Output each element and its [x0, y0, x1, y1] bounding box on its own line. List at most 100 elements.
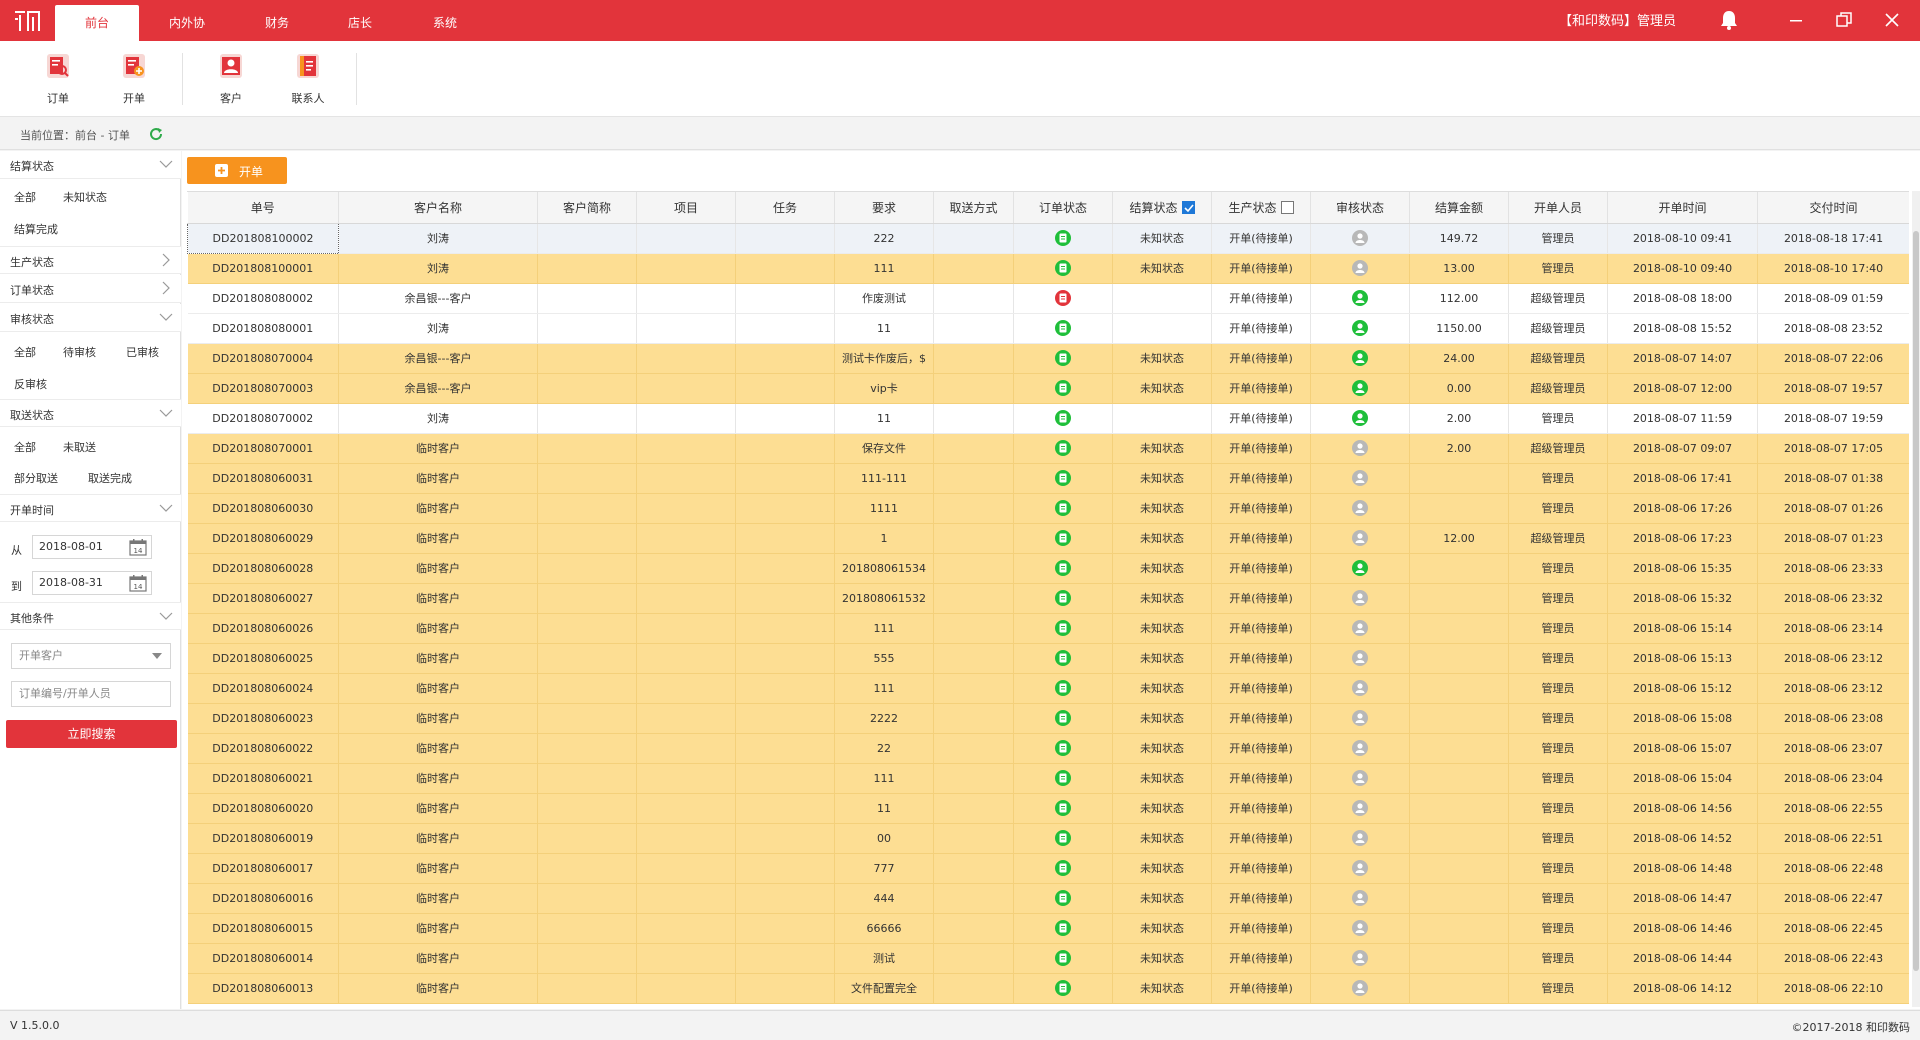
minimize-icon[interactable]	[1784, 8, 1808, 32]
table-row[interactable]: DD201808080002 余昌银---客户 作废测试 开单(待接单) 112.00 超…	[187, 283, 1909, 314]
audit-status-grey-icon[interactable]	[1351, 259, 1369, 277]
filter-open-time-header[interactable]: 开单时间	[0, 494, 181, 522]
audit-status-grey-icon[interactable]	[1351, 709, 1369, 727]
delivery-opt-partial[interactable]: 部分取送	[14, 470, 58, 486]
settle-opt-done[interactable]: 结算完成	[14, 221, 58, 237]
col-header[interactable]: 取送方式	[933, 192, 1014, 224]
audit-status-grey-icon[interactable]	[1351, 949, 1369, 967]
table-row[interactable]: DD201808070003 余昌银---客户 vip卡 未知状态 开单(待接单) 0.0…	[187, 373, 1909, 404]
audit-opt-all[interactable]: 全部	[14, 344, 36, 360]
audit-status-grey-icon[interactable]	[1351, 469, 1369, 487]
order-status-green-icon[interactable]	[1054, 469, 1072, 487]
table-row[interactable]: DD201808060031 临时客户 111-111 未知状态 开单(待接单) 管理员 2…	[187, 463, 1909, 494]
order-status-green-icon[interactable]	[1054, 349, 1072, 367]
col-header[interactable]: 交付时间	[1757, 192, 1909, 224]
filter-other-header[interactable]: 其他条件	[0, 602, 181, 630]
order-status-green-icon[interactable]	[1054, 559, 1072, 577]
delivery-opt-done[interactable]: 取送完成	[88, 470, 132, 486]
table-row[interactable]: DD201808060029 临时客户 1 未知状态 开单(待接单) 12.00 超级管理员…	[187, 523, 1909, 554]
audit-opt-approved[interactable]: 已审核	[126, 344, 159, 360]
order-status-green-icon[interactable]	[1054, 499, 1072, 517]
settle-status-checkbox[interactable]	[1181, 200, 1195, 214]
filter-delivery-header[interactable]: 取送状态	[0, 399, 181, 427]
order-status-red-icon[interactable]	[1054, 289, 1072, 307]
audit-status-grey-icon[interactable]	[1351, 439, 1369, 457]
table-row[interactable]: DD201808060026 临时客户 111 未知状态 开单(待接单) 管理员 2018-…	[187, 613, 1909, 644]
order-status-green-icon[interactable]	[1054, 889, 1072, 907]
col-header-production[interactable]: 生产状态	[1211, 192, 1311, 224]
order-status-green-icon[interactable]	[1054, 859, 1072, 877]
delivery-opt-all[interactable]: 全部	[14, 439, 36, 455]
table-row[interactable]: DD201808060030 临时客户 1111 未知状态 开单(待接单) 管理员 2018…	[187, 493, 1909, 524]
audit-status-grey-icon[interactable]	[1351, 799, 1369, 817]
order-status-green-icon[interactable]	[1054, 319, 1072, 337]
customer-select[interactable]: 开单客户	[11, 643, 171, 669]
table-row[interactable]: DD201808060016 临时客户 444 未知状态 开单(待接单) 管理员 2018-…	[187, 883, 1909, 914]
filter-audit-header[interactable]: 审核状态	[0, 304, 181, 332]
restore-icon[interactable]	[1832, 8, 1856, 32]
toolbar-contacts-button[interactable]: 联系人	[278, 53, 338, 106]
table-row[interactable]: DD201808060014 临时客户 测试 未知状态 开单(待接单) 管理员 2018-0…	[187, 943, 1909, 974]
audit-status-grey-icon[interactable]	[1351, 859, 1369, 877]
audit-status-grey-icon[interactable]	[1351, 589, 1369, 607]
refresh-icon[interactable]	[148, 126, 164, 142]
order-status-green-icon[interactable]	[1054, 229, 1072, 247]
order-status-green-icon[interactable]	[1054, 379, 1072, 397]
bell-icon[interactable]	[1717, 8, 1741, 32]
audit-status-grey-icon[interactable]	[1351, 829, 1369, 847]
table-row[interactable]: DD201808100002 刘涛 222 未知状态 开单(待接单) 149.72 管理员 2…	[187, 222, 1909, 254]
audit-status-grey-icon[interactable]	[1351, 529, 1369, 547]
table-row[interactable]: DD201808060015 临时客户 66666 未知状态 开单(待接单) 管理员 201…	[187, 913, 1909, 944]
table-row[interactable]: DD201808060022 临时客户 22 未知状态 开单(待接单) 管理员 2018-0…	[187, 733, 1909, 764]
order-status-green-icon[interactable]	[1054, 799, 1072, 817]
col-header[interactable]: 客户简称	[537, 192, 637, 224]
order-status-green-icon[interactable]	[1054, 439, 1072, 457]
audit-status-green-icon[interactable]	[1351, 409, 1369, 427]
user-label[interactable]: 【和印数码】管理员	[1559, 0, 1676, 41]
audit-status-green-icon[interactable]	[1351, 559, 1369, 577]
table-row[interactable]: DD201808060025 临时客户 555 未知状态 开单(待接单) 管理员 2018-…	[187, 643, 1909, 674]
col-header[interactable]: 订单状态	[1013, 192, 1113, 224]
vertical-scrollbar[interactable]	[1912, 191, 1920, 1007]
order-status-green-icon[interactable]	[1054, 649, 1072, 667]
table-row[interactable]: DD201808060023 临时客户 2222 未知状态 开单(待接单) 管理员 2018…	[187, 703, 1909, 734]
audit-status-grey-icon[interactable]	[1351, 919, 1369, 937]
toolbar-customers-button[interactable]: 客户	[201, 53, 261, 106]
order-status-green-icon[interactable]	[1054, 409, 1072, 427]
audit-opt-reverse[interactable]: 反审核	[14, 376, 47, 392]
order-status-green-icon[interactable]	[1054, 769, 1072, 787]
col-header[interactable]: 要求	[834, 192, 934, 224]
audit-opt-pending[interactable]: 待审核	[63, 344, 96, 360]
audit-status-grey-icon[interactable]	[1351, 229, 1369, 247]
filter-order-header[interactable]: 订单状态	[0, 275, 181, 303]
order-status-green-icon[interactable]	[1054, 829, 1072, 847]
table-row[interactable]: DD201808060017 临时客户 777 未知状态 开单(待接单) 管理员 2018-…	[187, 853, 1909, 884]
order-status-green-icon[interactable]	[1054, 619, 1072, 637]
search-button[interactable]: 立即搜索	[6, 720, 177, 748]
audit-status-green-icon[interactable]	[1351, 289, 1369, 307]
table-row[interactable]: DD201808060020 临时客户 11 未知状态 开单(待接单) 管理员 2018-0…	[187, 793, 1909, 824]
col-header[interactable]: 结算金额	[1409, 192, 1509, 224]
table-row[interactable]: DD201808060013 临时客户 文件配置完全 未知状态 开单(待接单) 管理员 20…	[187, 973, 1909, 1004]
scrollbar-thumb[interactable]	[1913, 231, 1919, 971]
audit-status-grey-icon[interactable]	[1351, 739, 1369, 757]
col-header[interactable]: 项目	[636, 192, 736, 224]
order-status-green-icon[interactable]	[1054, 529, 1072, 547]
tab-manager[interactable]: 店长	[318, 5, 402, 41]
table-row[interactable]: DD201808060028 临时客户 201808061534 未知状态 开单(待接单…	[187, 553, 1909, 584]
filter-settle-header[interactable]: 结算状态	[0, 151, 181, 179]
col-header[interactable]: 开单人员	[1508, 192, 1608, 224]
keyword-input[interactable]: 订单编号/开单人员	[11, 681, 171, 707]
order-status-green-icon[interactable]	[1054, 739, 1072, 757]
table-row[interactable]: DD201808070001 临时客户 保存文件 未知状态 开单(待接单) 2.00 超级管…	[187, 433, 1909, 464]
order-status-green-icon[interactable]	[1054, 589, 1072, 607]
settle-opt-all[interactable]: 全部	[14, 189, 36, 205]
production-status-checkbox[interactable]	[1280, 200, 1294, 214]
col-header[interactable]: 开单时间	[1607, 192, 1758, 224]
col-header-settle[interactable]: 结算状态	[1112, 192, 1212, 224]
delivery-opt-none[interactable]: 未取送	[63, 439, 96, 455]
filter-production-header[interactable]: 生产状态	[0, 246, 181, 274]
table-row[interactable]: DD201808070002 刘涛 11 开单(待接单) 2.00 管理员 2018-08-…	[187, 403, 1909, 434]
open-order-button[interactable]: 开单	[187, 157, 287, 184]
audit-status-grey-icon[interactable]	[1351, 499, 1369, 517]
